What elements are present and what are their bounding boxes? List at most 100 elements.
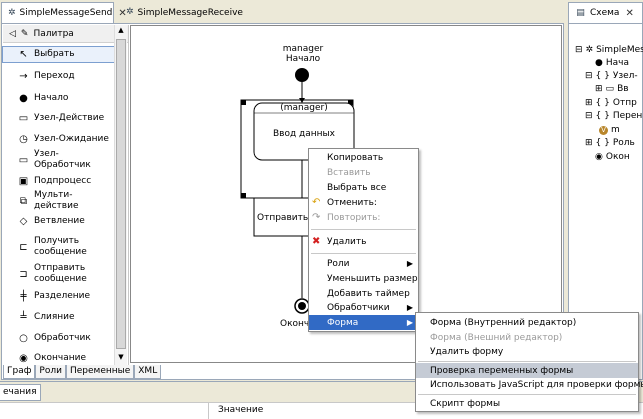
redo-icon: ↷	[312, 212, 321, 223]
menu-label: Повторить:	[327, 212, 381, 223]
tree-item[interactable]: ● Нача	[595, 58, 629, 69]
brace-icon: { }	[595, 138, 610, 148]
menu-label: Обработчики	[327, 302, 390, 313]
submenu-item-form-external-editor[interactable]: Форма (Внешний редактор)	[416, 330, 638, 345]
palette-item-label: Мульти-действие	[34, 190, 79, 211]
tree-item[interactable]: ⊞ { } Отпр	[585, 98, 637, 109]
start-node[interactable]	[295, 68, 309, 82]
scroll-down-icon[interactable]: ▼	[116, 353, 126, 363]
menu-label: Проверка переменных формы	[430, 365, 574, 376]
menu-label: Уменьшить размер	[327, 273, 418, 284]
palette-item-transition[interactable]: → Переход	[3, 69, 115, 83]
collapse-icon[interactable]: ⊟	[575, 45, 583, 56]
collapse-icon[interactable]: ⊟	[585, 111, 593, 122]
submenu-item-form-script[interactable]: Скрипт формы	[416, 396, 638, 411]
close-icon[interactable]: ✕	[625, 8, 633, 19]
palette-item-wait[interactable]: ◷ Узел-Ожидание	[3, 132, 115, 146]
tab-roles[interactable]: Роли	[35, 365, 66, 379]
menu-item-reduce-size[interactable]: Уменьшить размер	[309, 271, 418, 286]
menu-item-roles[interactable]: Роли ▶	[309, 256, 418, 271]
palette-item-send-message[interactable]: ⊐ Отправить сообщение	[3, 262, 115, 286]
tab-notes[interactable]: ечания	[0, 384, 41, 401]
tab-outline[interactable]: ▤ Схема ✕	[568, 2, 643, 23]
palette-item-end[interactable]: ◉ Окончание	[3, 351, 115, 365]
tree-root[interactable]: ⊟ ✲ SimpleMes	[575, 45, 643, 56]
palette-item-multi-action[interactable]: ⧉ Мульти-действие	[3, 190, 115, 211]
palette-item-action[interactable]: ▭ Узел-Действие	[3, 111, 115, 125]
process-icon: ✲	[126, 7, 134, 17]
palette-scrollbar[interactable]: ▲ ▼	[114, 25, 127, 365]
diamond-icon: ◇	[19, 215, 28, 227]
column-header-value: Значение	[218, 405, 264, 415]
menu-label: Добавить таймер	[327, 288, 410, 299]
expand-icon[interactable]: ⊞	[585, 138, 593, 149]
process-icon: ✲	[585, 45, 594, 55]
palette-header[interactable]: ◁ ✎ Палитра	[3, 25, 128, 43]
submenu-item-form-internal-editor[interactable]: Форма (Внутренний редактор)	[416, 315, 638, 330]
scrollbar-thumb[interactable]	[116, 39, 126, 349]
menu-item-handlers[interactable]: Обработчики ▶	[309, 300, 418, 315]
tree-label: Узел-	[612, 71, 638, 81]
menu-item-add-timer[interactable]: Добавить таймер	[309, 286, 418, 301]
submenu-item-validate-form-variables[interactable]: Проверка переменных формы	[416, 363, 638, 378]
palette-item-decision[interactable]: ◇ Ветвление	[3, 214, 115, 228]
menu-label: Удалить	[327, 236, 367, 247]
arrow-icon: →	[19, 70, 28, 82]
menu-item-copy[interactable]: Копировать	[309, 150, 418, 165]
submenu-item-use-javascript-validation[interactable]: Использовать JavaScript для проверки фор…	[416, 377, 643, 392]
tab-xml[interactable]: XML	[134, 365, 162, 379]
form-submenu: Форма (Внутренний редактор) Форма (Внешн…	[415, 312, 643, 412]
menu-item-delete[interactable]: ✖ Удалить	[309, 234, 418, 249]
tree-item[interactable]: ⊞ { } Роль	[585, 138, 635, 149]
tab-simple-message-receive[interactable]: ✲ SimpleMessageReceive	[120, 2, 243, 23]
palette-item-subprocess[interactable]: ▣ Подпроцесс	[3, 174, 115, 188]
end-label: Оконч	[280, 319, 310, 329]
tab-variables[interactable]: Переменные	[65, 365, 135, 379]
context-menu: Копировать Вставить Выбрать все ↶ Отмени…	[308, 148, 419, 332]
tree-item[interactable]: ⊞ ▭ Вв	[595, 84, 629, 95]
selection-handle	[241, 100, 246, 105]
tree-item[interactable]: ⊟ { } Перен	[585, 111, 642, 122]
collapse-icon[interactable]: ⊟	[585, 71, 593, 82]
scroll-up-icon[interactable]: ▲	[116, 26, 126, 36]
menu-label: Удалить форму	[430, 346, 504, 357]
submenu-item-delete-form[interactable]: Удалить форму	[416, 344, 638, 359]
expand-icon[interactable]: ⊞	[585, 98, 593, 109]
expand-icon[interactable]: ⊞	[595, 84, 603, 95]
tab-graph[interactable]: Граф	[3, 365, 36, 379]
menu-item-redo[interactable]: ↷ Повторить:	[309, 210, 418, 225]
palette-item-label: Начало	[34, 92, 69, 103]
menu-item-form[interactable]: Форма ▶	[309, 315, 418, 330]
submenu-arrow-icon: ▶	[406, 318, 413, 327]
palette: ◁ ✎ Палитра ↖ Выбрать → Переход ● Начало…	[2, 25, 129, 365]
tree-label: Окон	[605, 152, 630, 162]
palette-item-handler-node[interactable]: ▭ Узел-Обработчик	[3, 149, 115, 170]
collapse-icon[interactable]: ◁	[9, 29, 16, 39]
palette-item-label: Узел-Обработчик	[34, 149, 91, 170]
palette-item-label: Разделение	[34, 290, 91, 301]
tree-item[interactable]: ⊟ { } Узел-	[585, 71, 638, 82]
tab-label: SimpleMessageReceive	[137, 7, 243, 18]
palette-item-start[interactable]: ● Начало	[3, 91, 115, 105]
tree-item[interactable]: V m	[599, 125, 620, 136]
rounded-rect-icon: ▭	[18, 112, 29, 124]
palette-item-fork[interactable]: ╪ Разделение	[3, 289, 115, 303]
tree-item[interactable]: ◉ Окон	[595, 152, 630, 163]
palette-item-join[interactable]: ╧ Слияние	[3, 310, 115, 324]
tab-simple-message-send[interactable]: ✲ SimpleMessageSend ✕	[1, 2, 127, 23]
end-node-core	[298, 302, 306, 310]
palette-item-receive-message[interactable]: ⊏ Получить сообщение	[3, 235, 115, 259]
outline-icon: ▤	[576, 7, 585, 18]
menu-item-undo[interactable]: ↶ Отменить:	[309, 195, 418, 210]
handler-icon: ▭	[18, 154, 29, 166]
small-circle-icon: ○	[19, 332, 28, 344]
submenu-arrow-icon: ▶	[406, 259, 413, 268]
palette-item-select[interactable]: ↖ Выбрать	[2, 46, 116, 63]
menu-item-paste[interactable]: Вставить	[309, 165, 418, 180]
delete-icon: ✖	[312, 236, 321, 247]
menu-item-select-all[interactable]: Выбрать все	[309, 180, 418, 195]
menu-label: Форма (Внешний редактор)	[430, 332, 563, 343]
palette-item-handler[interactable]: ○ Обработчик	[3, 331, 115, 345]
palette-item-label: Отправить сообщение	[34, 263, 87, 284]
editor-page-tabs: Граф Роли Переменные XML	[3, 365, 162, 379]
